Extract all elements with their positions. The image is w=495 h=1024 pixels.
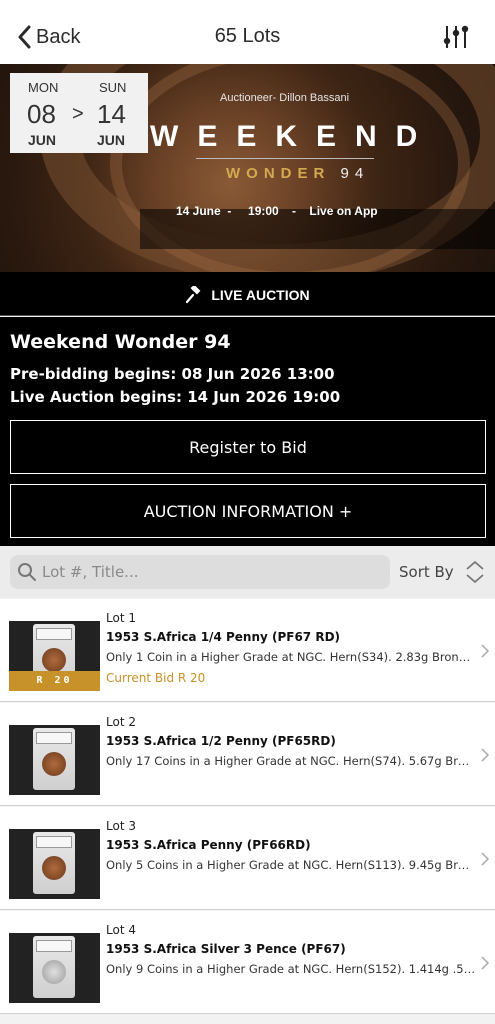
slab-label bbox=[36, 732, 72, 744]
chevron-right-icon bbox=[481, 748, 490, 762]
sort-chevrons-icon[interactable] bbox=[464, 559, 486, 585]
lot-item[interactable]: Lot 2 1953 S.Africa 1/2 Penny (PF65RD) O… bbox=[0, 703, 495, 806]
date-arrow: > bbox=[72, 103, 84, 125]
chevron-right-icon bbox=[481, 852, 490, 866]
lot-description: Only 9 Coins in a Higher Grade at NGC. H… bbox=[106, 962, 476, 976]
slab-label bbox=[36, 628, 72, 640]
banner-headline: WEEKEND bbox=[150, 120, 437, 153]
live-auction-bar[interactable]: LIVE AUCTION bbox=[0, 272, 495, 316]
end-day: SUN bbox=[99, 80, 127, 95]
start-month: JUN bbox=[28, 132, 57, 148]
coin-image bbox=[42, 856, 66, 880]
current-bid: Current Bid R 20 bbox=[106, 671, 206, 685]
bid-tag: R 20 bbox=[9, 671, 100, 691]
coin-slab-image bbox=[33, 728, 75, 790]
lot-number: Lot 4 bbox=[106, 923, 136, 937]
chevron-right-icon bbox=[481, 644, 490, 658]
filter-sliders-icon[interactable] bbox=[441, 22, 471, 52]
top-nav-bar: Back 65 Lots bbox=[0, 0, 495, 64]
coin-image bbox=[42, 752, 66, 776]
lot-title: 1953 S.Africa Silver 3 Pence (PF67) bbox=[106, 942, 346, 956]
lot-title: 1953 S.Africa Penny (PF66RD) bbox=[106, 838, 311, 852]
auction-information-button[interactable]: AUCTION INFORMATION + bbox=[10, 484, 486, 538]
coin-image bbox=[42, 648, 66, 672]
lot-thumbnail bbox=[9, 933, 100, 1003]
live-auction-label: LIVE AUCTION bbox=[211, 287, 310, 303]
slab-label bbox=[36, 836, 72, 848]
auction-banner: MON SUN 08 > 14 JUN JUN Auctioneer- Dill… bbox=[0, 64, 495, 272]
sort-by-button[interactable]: Sort By bbox=[399, 563, 454, 581]
end-date: 14 bbox=[97, 99, 126, 129]
auction-title: Weekend Wonder 94 bbox=[10, 331, 231, 353]
search-sort-bar: Sort By bbox=[0, 546, 495, 598]
lot-item[interactable]: Lot 4 1953 S.Africa Silver 3 Pence (PF67… bbox=[0, 911, 495, 1014]
lot-description: Only 5 Coins in a Higher Grade at NGC. H… bbox=[106, 858, 476, 872]
lot-title: 1953 S.Africa 1/2 Penny (PF65RD) bbox=[106, 734, 336, 748]
register-to-bid-button[interactable]: Register to Bid bbox=[10, 420, 486, 474]
lot-item[interactable]: R 20 Lot 1 1953 S.Africa 1/4 Penny (PF67… bbox=[0, 599, 495, 702]
chevron-right-icon bbox=[481, 956, 490, 970]
lot-item[interactable]: Lot 3 1953 S.Africa Penny (PF66RD) Only … bbox=[0, 807, 495, 910]
live-auction-content: LIVE AUCTION bbox=[0, 286, 495, 304]
auctioneer-label: Auctioneer- Dillon Bassani bbox=[220, 92, 350, 104]
headline-divider bbox=[196, 158, 374, 159]
coin-image bbox=[42, 960, 66, 984]
start-date: 08 bbox=[27, 99, 56, 129]
banner-schedule: 14 June - 19:00 - Live on App bbox=[176, 204, 378, 218]
lot-description: Only 17 Coins in a Higher Grade at NGC. … bbox=[106, 754, 476, 768]
search-icon bbox=[18, 563, 36, 581]
coin-slab-image bbox=[33, 832, 75, 894]
date-range-box: MON SUN 08 > 14 JUN JUN bbox=[10, 73, 148, 153]
subheadline-word: WONDER bbox=[226, 165, 331, 182]
start-day: MON bbox=[28, 80, 59, 95]
gavel-icon bbox=[186, 286, 201, 304]
lot-number: Lot 3 bbox=[106, 819, 136, 833]
page-title: 65 Lots bbox=[214, 25, 281, 47]
coin-slab-image bbox=[33, 936, 75, 998]
lot-thumbnail: R 20 bbox=[9, 621, 100, 691]
search-input[interactable] bbox=[42, 557, 382, 587]
lot-description: Only 1 Coin in a Higher Grade at NGC. He… bbox=[106, 650, 476, 664]
pre-bidding-text: Pre-bidding begins: 08 Jun 2026 13:00 bbox=[10, 365, 335, 383]
slab-label bbox=[36, 940, 72, 952]
live-begins-text: Live Auction begins: 14 Jun 2026 19:00 bbox=[10, 388, 341, 406]
end-month: JUN bbox=[97, 132, 126, 148]
auction-info-panel: Weekend Wonder 94 Pre-bidding begins: 08… bbox=[0, 317, 495, 546]
lot-number: Lot 2 bbox=[106, 715, 136, 729]
lot-number: Lot 1 bbox=[106, 611, 136, 625]
search-box[interactable] bbox=[10, 555, 390, 589]
subheadline-number: 94 bbox=[340, 165, 370, 182]
lot-thumbnail bbox=[9, 829, 100, 899]
banner-subheadline: WONDER 94 bbox=[226, 165, 369, 182]
lot-title: 1953 S.Africa 1/4 Penny (PF67 RD) bbox=[106, 630, 341, 644]
lot-thumbnail bbox=[9, 725, 100, 795]
